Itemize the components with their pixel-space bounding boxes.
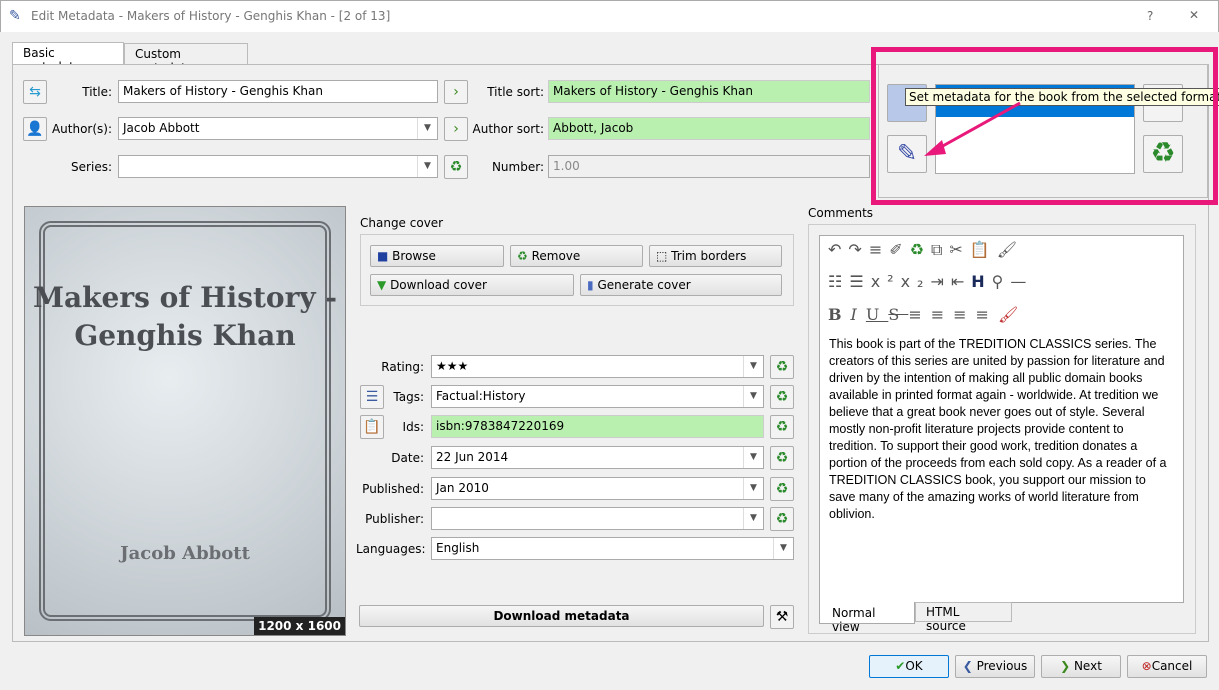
title-bar: ✎ Edit Metadata - Makers of History - Ge… <box>0 0 1219 32</box>
trim-icon: ⬚ <box>656 249 668 263</box>
previous-label: Previous <box>976 659 1028 673</box>
authors-input[interactable]: Jacob Abbott ▼ <box>118 117 438 140</box>
window-title: Edit Metadata - Makers of History - Geng… <box>31 9 391 23</box>
title-sort-input[interactable]: Makers of History - Genghis Khan <box>548 80 870 103</box>
published-label: Published: <box>362 482 424 496</box>
cancel-label: Cancel <box>1151 659 1193 673</box>
remove-label: Remove <box>531 249 581 263</box>
chevron-down-icon[interactable]: ▼ <box>743 508 763 529</box>
clear-tags-icon[interactable]: ♻ <box>770 385 794 409</box>
chevron-down-icon[interactable]: ▼ <box>743 386 763 407</box>
download-cover-button[interactable]: ▼ Download cover <box>370 274 574 296</box>
editor-toolbar-row-1[interactable]: ↶↷≡✐♻⧉✂📋🖌 <box>820 236 1183 264</box>
number-input[interactable]: 1.00 <box>548 155 870 178</box>
generate-cover-icon: ▮ <box>587 278 594 292</box>
languages-label: Languages: <box>356 542 426 556</box>
author-sort-input[interactable]: Abbott, Jacob <box>548 117 870 140</box>
published-value: Jan 2010 <box>436 481 489 495</box>
authors-label: Author(s): <box>51 122 112 136</box>
chevron-down-icon[interactable]: ▼ <box>743 478 763 499</box>
cancel-button[interactable]: ⊗Cancel <box>1127 655 1207 678</box>
ids-input[interactable]: isbn:9783847220169 <box>431 415 764 438</box>
change-cover-label: Change cover <box>360 216 444 230</box>
published-input[interactable]: Jan 2010 ▼ <box>431 477 764 500</box>
languages-value: English <box>436 541 480 555</box>
tags-value: Factual:History <box>436 389 526 403</box>
publisher-label: Publisher: <box>365 512 424 526</box>
remove-button[interactable]: ♻ Remove <box>510 245 643 267</box>
check-icon: ✔ <box>895 659 906 673</box>
rating-input[interactable]: ★★★ ▼ <box>431 355 764 378</box>
author-sort-label: Author sort: <box>472 122 545 136</box>
configure-tools-icon[interactable]: ⚒ <box>770 605 794 629</box>
clear-ids-icon[interactable]: ♻ <box>770 415 794 439</box>
generate-cover-label: Generate cover <box>597 278 691 292</box>
date-value: 22 Jun 2014 <box>436 450 509 464</box>
tags-input[interactable]: Factual:History ▼ <box>431 385 764 408</box>
browse-button[interactable]: ■ Browse <box>370 245 504 267</box>
ok-button[interactable]: ✔OK <box>869 655 949 678</box>
cover-image[interactable]: Makers of History - Genghis Khan Jacob A… <box>24 206 346 636</box>
publisher-input[interactable]: ▼ <box>431 507 764 530</box>
folder-icon: ■ <box>377 249 389 263</box>
chevron-down-icon[interactable]: ▼ <box>417 118 437 139</box>
ids-label: Ids: <box>402 420 424 434</box>
date-input[interactable]: 22 Jun 2014 ▼ <box>431 446 764 469</box>
tab-custom-metadata[interactable]: Custom metadata <box>124 43 248 75</box>
chevron-down-icon[interactable]: ▼ <box>743 447 763 468</box>
next-button[interactable]: ❯ Next <box>1041 655 1121 678</box>
chevron-down-icon[interactable]: ▼ <box>743 356 763 377</box>
date-label: Date: <box>391 451 424 465</box>
highlight-box <box>871 47 1218 205</box>
cancel-icon: ⊗ <box>1141 659 1152 673</box>
arrow-right-icon[interactable]: › <box>444 80 468 104</box>
tab-normal-view[interactable]: Normal view <box>819 602 915 634</box>
series-input[interactable]: ▼ <box>118 155 438 178</box>
ok-label: OK <box>905 659 923 673</box>
cover-author: Jacob Abbott <box>120 543 250 564</box>
download-cover-label: Download cover <box>390 278 487 292</box>
rating-label: Rating: <box>381 360 424 374</box>
tab-html-source[interactable]: HTML source <box>915 602 1012 633</box>
comments-editor[interactable]: ↶↷≡✐♻⧉✂📋🖌 ☷☰x²x₂⇥⇤H⚲— BIUS≡≡≡≡🖌 This boo… <box>819 235 1184 603</box>
recycle-icon[interactable]: ♻ <box>444 155 468 179</box>
cover-size: 1200 x 1600 <box>254 617 345 635</box>
browse-label: Browse <box>392 249 436 263</box>
next-label: Next <box>1073 659 1102 673</box>
edit-icon: ✎ <box>9 8 21 24</box>
generate-cover-button[interactable]: ▮ Generate cover <box>580 274 782 296</box>
title-label: Title: <box>82 85 112 99</box>
editor-toolbar-row-2[interactable]: ☷☰x²x₂⇥⇤H⚲— <box>820 264 1183 299</box>
comments-text: This book is part of the TREDITION CLASS… <box>829 337 1167 521</box>
trim-borders-button[interactable]: ⬚ Trim borders <box>649 245 782 267</box>
chevron-down-icon[interactable]: ▼ <box>417 156 437 177</box>
tags-label: Tags: <box>393 390 424 404</box>
comments-label: Comments <box>808 206 874 220</box>
close-button[interactable]: ✕ <box>1189 8 1199 22</box>
chevron-left-icon: ❮ <box>962 659 973 673</box>
download-arrow-icon: ▼ <box>377 278 387 292</box>
authors-value: Jacob Abbott <box>123 121 200 135</box>
previous-button[interactable]: ❮ Previous <box>955 655 1035 678</box>
chevron-down-icon[interactable]: ▼ <box>773 538 793 559</box>
chevron-right-icon: ❯ <box>1060 659 1071 673</box>
title-sort-label: Title sort: <box>487 85 544 99</box>
rating-value: ★★★ <box>436 359 469 373</box>
clear-rating-icon[interactable]: ♻ <box>770 355 794 379</box>
clear-publisher-icon[interactable]: ♻ <box>770 507 794 531</box>
cover-title: Makers of History - Genghis Khan <box>33 281 337 352</box>
clear-date-icon[interactable]: ♻ <box>770 446 794 470</box>
editor-toolbar-row-3[interactable]: BIUS≡≡≡≡🖌 <box>820 299 1183 330</box>
tab-basic-metadata[interactable]: Basic metadata <box>12 42 124 74</box>
help-button[interactable]: ? <box>1147 9 1153 23</box>
trim-label: Trim borders <box>671 249 747 263</box>
title-input[interactable]: Makers of History - Genghis Khan <box>118 80 438 103</box>
download-metadata-button[interactable]: Download metadata <box>359 605 764 627</box>
languages-input[interactable]: English ▼ <box>431 537 794 560</box>
clear-published-icon[interactable]: ♻ <box>770 477 794 501</box>
recycle-icon: ♻ <box>517 249 528 263</box>
series-label: Series: <box>71 160 112 174</box>
number-label: Number: <box>491 160 544 174</box>
arrow-right-icon[interactable]: › <box>444 117 468 141</box>
